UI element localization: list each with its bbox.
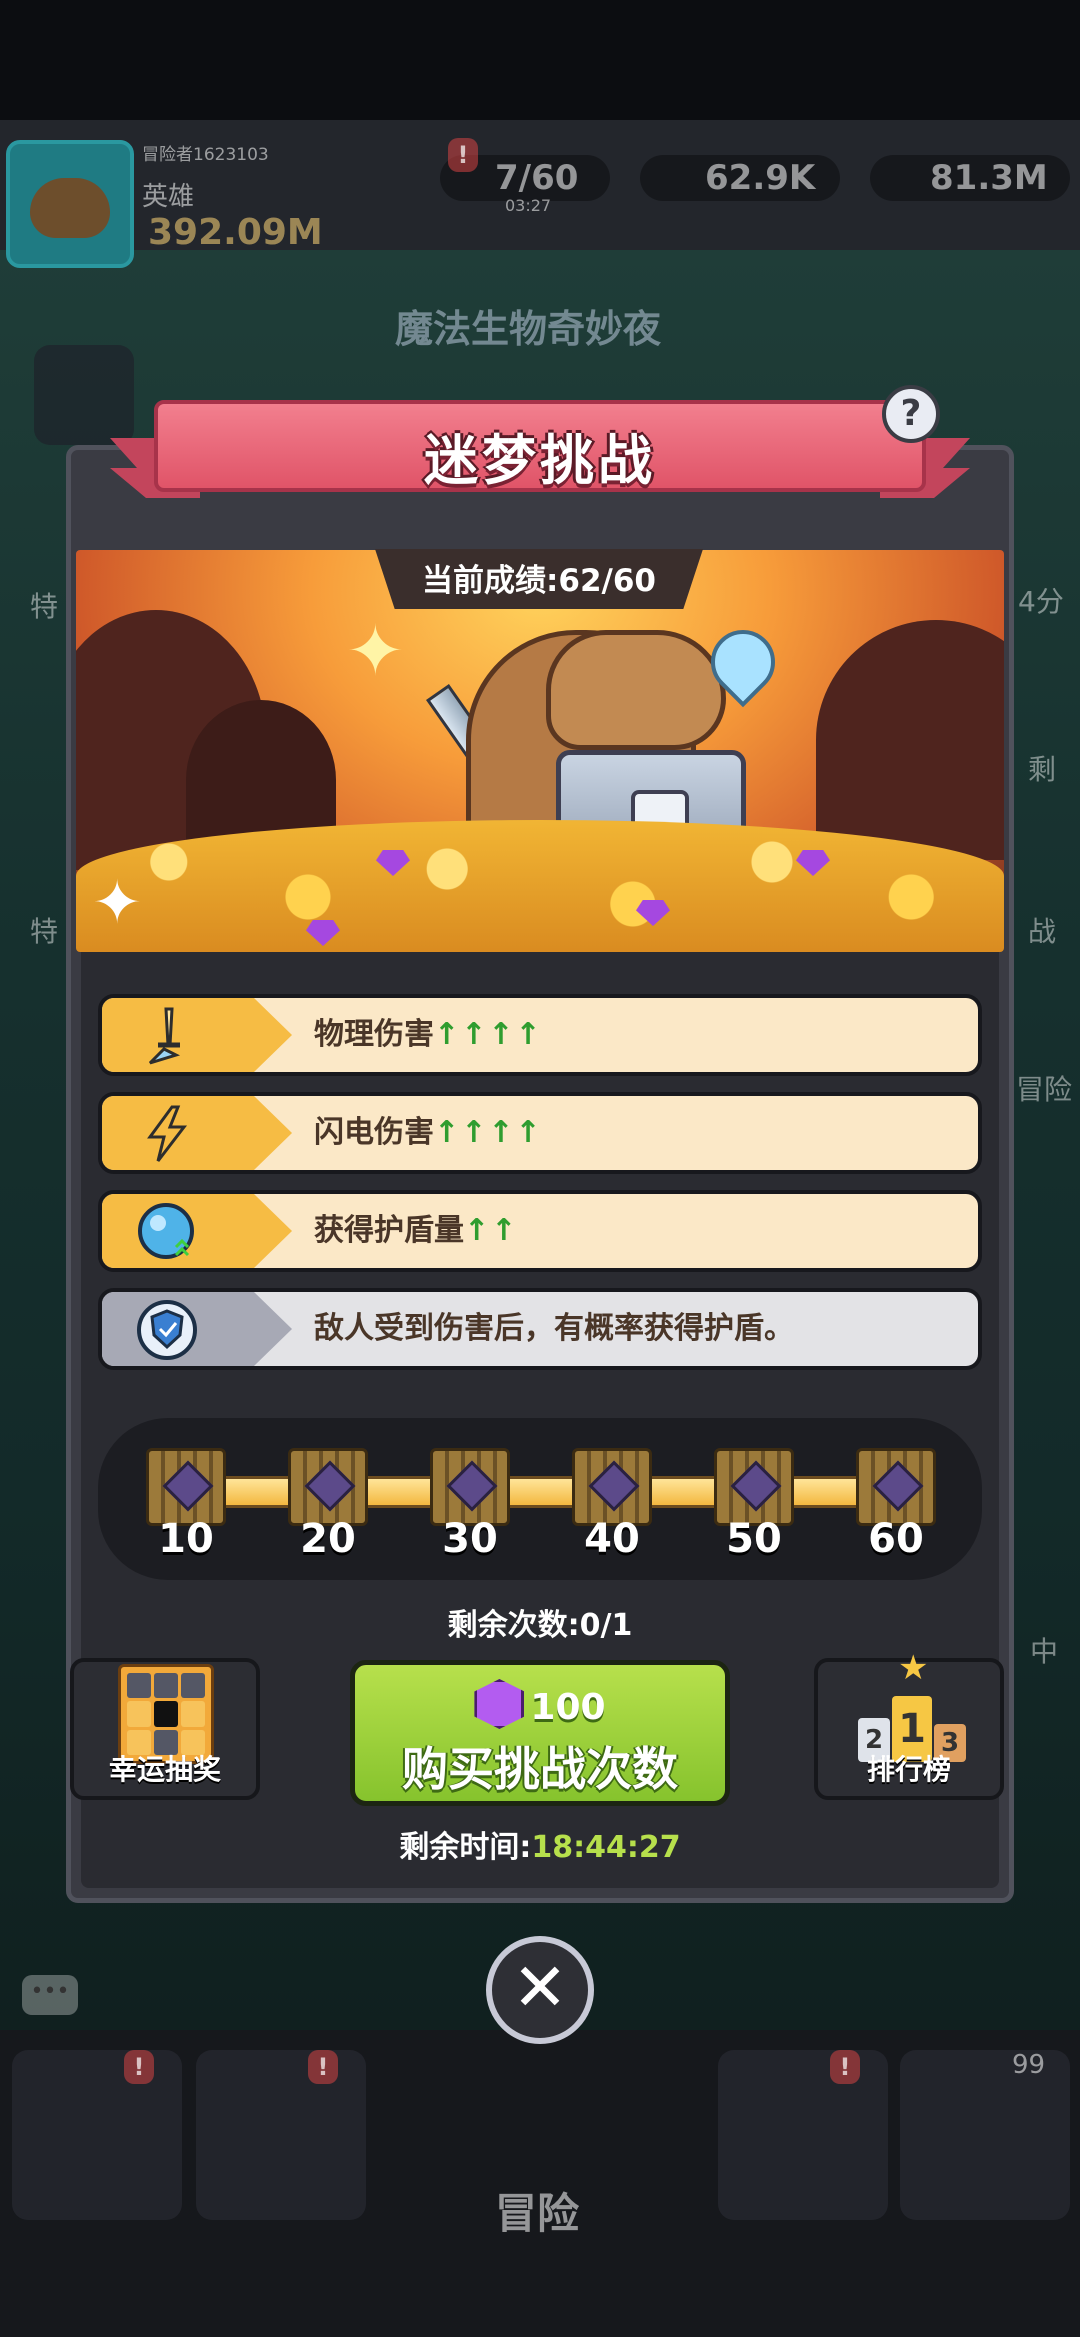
lightning-icon bbox=[136, 1103, 198, 1165]
upgrade-alert-badge: ! bbox=[830, 2050, 860, 2084]
buff-arrows: ↑↑ bbox=[464, 1213, 519, 1248]
chat-icon[interactable]: ••• bbox=[22, 1975, 78, 2015]
remaining-attempts: 剩余次数:0/1 bbox=[447, 1608, 633, 1643]
nav-shop[interactable] bbox=[12, 2050, 182, 2220]
events-badge-count: 99 bbox=[1012, 2050, 1046, 2080]
leaderboard-label: 排行榜 bbox=[866, 1753, 951, 1786]
buy-attempts-button[interactable]: 100 购买挑战次数 bbox=[350, 1660, 730, 1806]
equipment-alert-badge: ! bbox=[308, 2050, 338, 2084]
sparkle-icon: ✦ bbox=[92, 868, 143, 938]
side-label-6: 冒险 bbox=[1016, 1073, 1073, 1106]
shield-orb-icon bbox=[136, 1201, 198, 1263]
coins-value: 81.3M bbox=[930, 158, 1048, 198]
title-ribbon: 迷梦挑战 bbox=[110, 400, 970, 510]
shield-icon bbox=[136, 1299, 198, 1361]
energy-alert-badge: ! bbox=[448, 138, 478, 172]
close-button[interactable]: ✕ bbox=[486, 1936, 594, 2044]
star-icon: ★ bbox=[898, 1648, 929, 1688]
timer-value: 18:44:27 bbox=[531, 1830, 681, 1865]
side-label-5: 战 bbox=[1028, 915, 1057, 948]
nav-equipment[interactable] bbox=[196, 2050, 366, 2220]
energy-timer: 03:27 bbox=[505, 196, 552, 215]
current-score: 当前成绩:62/60 bbox=[422, 563, 656, 599]
gems-value: 62.9K bbox=[705, 158, 816, 198]
challenge-banner-image: ✦ ✦ bbox=[76, 550, 1004, 952]
rock-right bbox=[816, 620, 1004, 860]
modal-title: 迷梦挑战 bbox=[424, 429, 656, 492]
lucky-draw-button[interactable]: 幸运抽奖 bbox=[70, 1658, 260, 1800]
milestone-label: 20 bbox=[300, 1516, 356, 1562]
milestone-label: 30 bbox=[442, 1516, 498, 1562]
remaining-time: 剩余时间:18:44:27 bbox=[0, 1822, 1080, 1866]
leaderboard-button[interactable]: 2 1 3 ★ 排行榜 bbox=[814, 1648, 1004, 1800]
buff-row-shield-chance: 敌人受到伤害后，有概率获得护盾。 bbox=[98, 1288, 982, 1370]
buff-arrows: ↑↑↑↑ bbox=[434, 1017, 543, 1052]
buff-label: 物理伤害↑↑↑↑ bbox=[314, 1017, 543, 1052]
milestone-label: 60 bbox=[868, 1516, 924, 1562]
buff-row-shield-amount: 获得护盾量↑↑ bbox=[98, 1190, 982, 1272]
player-id: 冒险者1623103 bbox=[142, 145, 269, 165]
buff-label: 闪电伤害↑↑↑↑ bbox=[314, 1115, 543, 1150]
player-power: 392.09M bbox=[148, 212, 323, 253]
buff-row-physical: 物理伤害↑↑↑↑ bbox=[98, 994, 982, 1076]
lucky-draw-label: 幸运抽奖 bbox=[108, 1753, 221, 1786]
side-label-2: 4分 bbox=[1018, 585, 1064, 618]
milestone-label: 40 bbox=[584, 1516, 640, 1562]
buy-label: 购买挑战次数 bbox=[402, 1742, 678, 1796]
side-label-1: 特 bbox=[30, 590, 59, 623]
buff-row-lightning: 闪电伤害↑↑↑↑ bbox=[98, 1092, 982, 1174]
capybara-head bbox=[546, 630, 726, 750]
help-button[interactable]: ? bbox=[882, 385, 940, 443]
sword-icon bbox=[136, 1005, 198, 1067]
buy-cost: 100 bbox=[355, 1679, 725, 1729]
side-label-4: 特 bbox=[30, 915, 59, 948]
player-title: 英雄 bbox=[142, 182, 195, 212]
energy-value: 7/60 bbox=[495, 158, 579, 198]
gem-icon bbox=[474, 1679, 525, 1729]
milestone-label: 10 bbox=[158, 1516, 214, 1562]
nav-adventure[interactable]: 冒险 bbox=[495, 2180, 579, 2241]
milestone-progress: 10 20 30 40 50 60 bbox=[98, 1418, 982, 1580]
buff-arrows: ↑↑↑↑ bbox=[434, 1115, 543, 1150]
nav-upgrade[interactable] bbox=[718, 2050, 888, 2220]
coin-pile-illustration bbox=[76, 820, 1004, 952]
player-avatar[interactable] bbox=[6, 140, 134, 268]
buff-label: 获得护盾量↑↑ bbox=[314, 1213, 519, 1248]
timer-label: 剩余时间: bbox=[399, 1830, 532, 1865]
side-label-3: 剩 bbox=[1028, 753, 1057, 786]
sparkle-icon: ✦ bbox=[346, 610, 405, 692]
shop-alert-badge: ! bbox=[124, 2050, 154, 2084]
ribbon-main: 迷梦挑战 bbox=[154, 400, 926, 492]
buff-label: 敌人受到伤害后，有概率获得护盾。 bbox=[314, 1311, 794, 1346]
event-title: 魔法生物奇妙夜 bbox=[395, 307, 662, 351]
milestone-label: 50 bbox=[726, 1516, 782, 1562]
